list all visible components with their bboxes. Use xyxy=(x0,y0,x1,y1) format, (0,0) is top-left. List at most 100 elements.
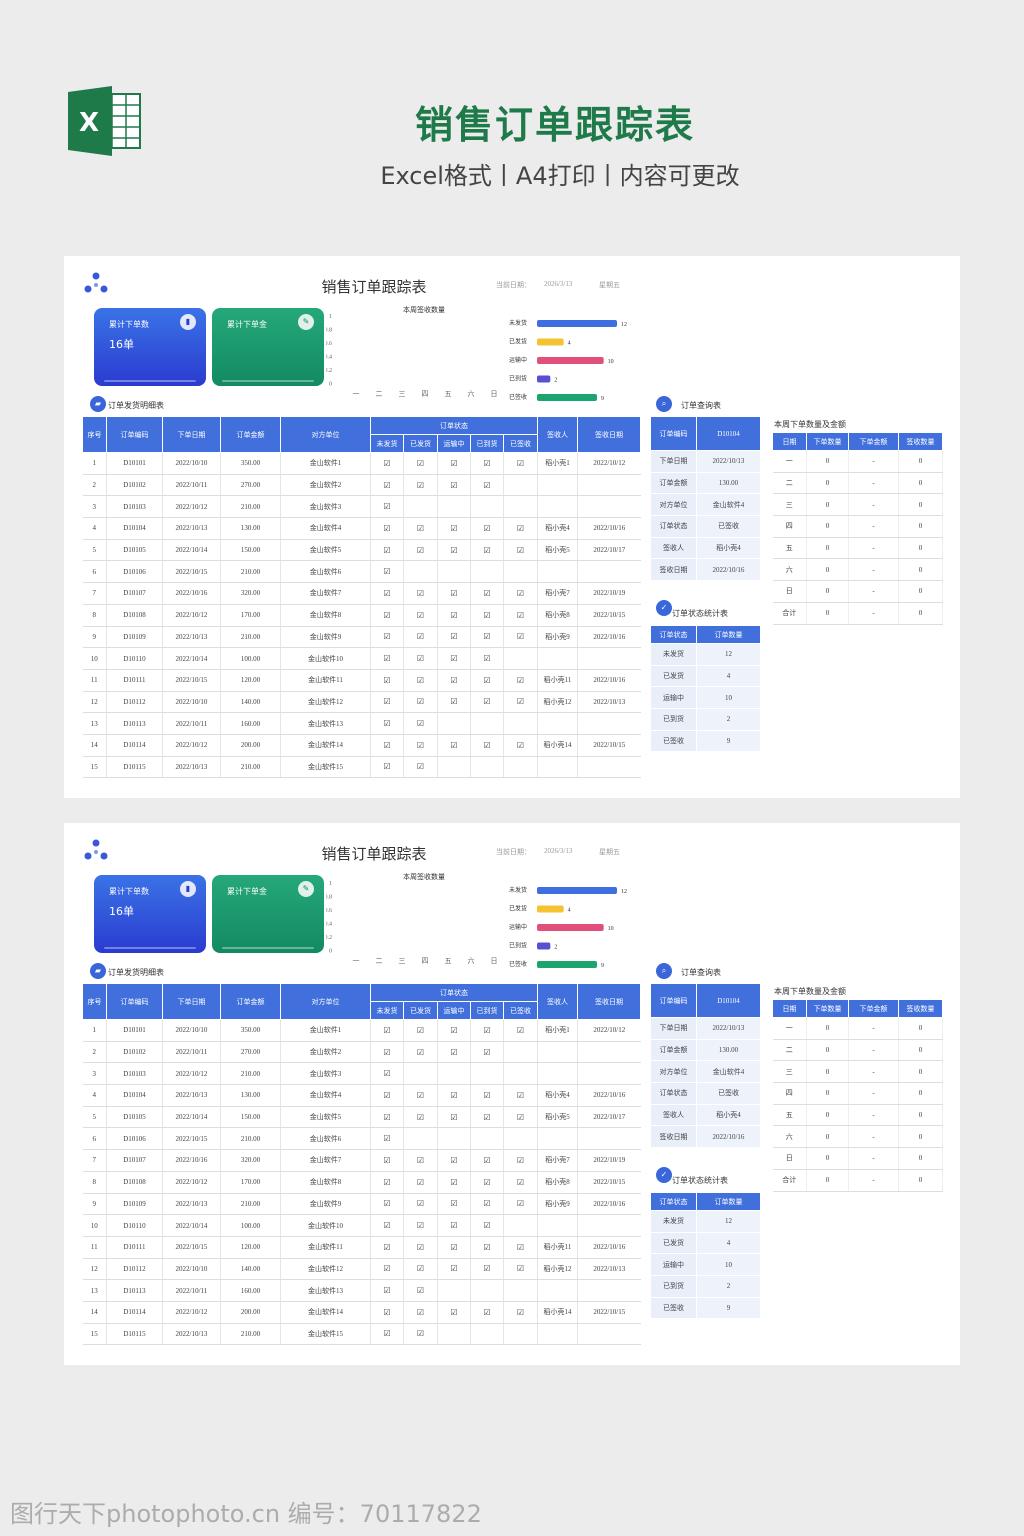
status-cell[interactable]: ☑ xyxy=(403,1279,438,1302)
status-cell[interactable]: ☑ xyxy=(370,1041,404,1064)
status-cell[interactable]: ☑ xyxy=(437,647,471,670)
status-cell[interactable]: ☑ xyxy=(403,1019,438,1042)
status-cell[interactable]: ☑ xyxy=(370,495,404,519)
card-orders[interactable]: 累计下单数 16单 ▮ xyxy=(94,875,206,953)
status-cell[interactable]: ☑ xyxy=(403,582,438,605)
status-cell[interactable] xyxy=(503,1062,539,1086)
status-cell[interactable] xyxy=(503,495,539,519)
search-icon[interactable]: ⌕ xyxy=(656,396,672,412)
status-cell[interactable]: ☑ xyxy=(503,604,539,627)
status-cell[interactable]: ☑ xyxy=(503,1258,539,1281)
status-cell[interactable] xyxy=(470,712,504,735)
status-cell[interactable]: ☑ xyxy=(370,1062,404,1086)
status-cell[interactable]: ☑ xyxy=(370,517,404,540)
status-cell[interactable]: ☑ xyxy=(403,1236,438,1259)
status-cell[interactable]: ☑ xyxy=(403,626,438,649)
status-cell[interactable]: ☑ xyxy=(437,517,471,540)
status-cell[interactable]: ☑ xyxy=(470,1019,504,1042)
status-cell[interactable]: ☑ xyxy=(370,604,404,627)
status-cell[interactable] xyxy=(503,712,539,735)
status-cell[interactable]: ☑ xyxy=(437,1301,471,1324)
status-cell[interactable]: ☑ xyxy=(403,1301,438,1324)
status-cell[interactable]: ☑ xyxy=(403,517,438,540)
status-cell[interactable]: ☑ xyxy=(370,756,404,779)
status-cell[interactable] xyxy=(503,647,539,670)
status-cell[interactable] xyxy=(503,1041,539,1064)
status-cell[interactable]: ☑ xyxy=(437,734,471,757)
status-cell[interactable]: ☑ xyxy=(437,1214,471,1237)
status-cell[interactable]: ☑ xyxy=(503,582,539,605)
status-cell[interactable]: ☑ xyxy=(470,1084,504,1107)
status-cell[interactable]: ☑ xyxy=(403,539,438,562)
query-code-input[interactable]: D10104 xyxy=(696,983,761,1018)
status-cell[interactable] xyxy=(437,1279,471,1302)
status-cell[interactable] xyxy=(503,1214,539,1237)
status-cell[interactable] xyxy=(503,474,539,497)
status-cell[interactable]: ☑ xyxy=(370,691,404,714)
status-cell[interactable]: ☑ xyxy=(470,1149,504,1172)
status-cell[interactable]: ☑ xyxy=(370,669,404,692)
status-cell[interactable]: ☑ xyxy=(470,517,504,540)
status-cell[interactable]: ☑ xyxy=(403,1193,438,1216)
status-cell[interactable]: ☑ xyxy=(470,1214,504,1237)
status-cell[interactable]: ☑ xyxy=(470,1301,504,1324)
status-cell[interactable]: ☑ xyxy=(470,1041,504,1064)
status-cell[interactable]: ☑ xyxy=(403,474,438,497)
status-cell[interactable] xyxy=(470,1323,504,1346)
status-cell[interactable]: ☑ xyxy=(470,626,504,649)
status-cell[interactable]: ☑ xyxy=(437,604,471,627)
status-cell[interactable]: ☑ xyxy=(403,1323,438,1346)
status-cell[interactable]: ☑ xyxy=(370,1279,404,1302)
status-cell[interactable] xyxy=(470,756,504,779)
status-cell[interactable]: ☑ xyxy=(437,1193,471,1216)
status-cell[interactable]: ☑ xyxy=(503,1149,539,1172)
status-cell[interactable]: ☑ xyxy=(370,734,404,757)
status-cell[interactable]: ☑ xyxy=(470,604,504,627)
status-cell[interactable] xyxy=(437,1323,471,1346)
status-cell[interactable] xyxy=(437,495,471,519)
status-cell[interactable] xyxy=(437,1062,471,1086)
status-cell[interactable]: ☑ xyxy=(503,517,539,540)
status-cell[interactable]: ☑ xyxy=(503,1019,539,1042)
status-cell[interactable] xyxy=(503,1323,539,1346)
status-cell[interactable] xyxy=(470,560,504,584)
status-cell[interactable]: ☑ xyxy=(370,1106,404,1129)
status-cell[interactable]: ☑ xyxy=(437,1236,471,1259)
status-cell[interactable]: ☑ xyxy=(437,1258,471,1281)
status-cell[interactable] xyxy=(503,1279,539,1302)
status-cell[interactable] xyxy=(403,560,438,584)
status-cell[interactable]: ☑ xyxy=(403,1084,438,1107)
status-cell[interactable]: ☑ xyxy=(503,1084,539,1107)
status-cell[interactable]: ☑ xyxy=(503,1193,539,1216)
status-cell[interactable]: ☑ xyxy=(437,1171,471,1194)
status-cell[interactable]: ☑ xyxy=(470,539,504,562)
status-cell[interactable] xyxy=(503,1127,539,1151)
status-cell[interactable]: ☑ xyxy=(503,691,539,714)
status-cell[interactable]: ☑ xyxy=(470,647,504,670)
status-cell[interactable]: ☑ xyxy=(437,1149,471,1172)
status-cell[interactable]: ☑ xyxy=(470,1106,504,1129)
status-cell[interactable]: ☑ xyxy=(503,1301,539,1324)
status-cell[interactable]: ☑ xyxy=(437,452,471,475)
status-cell[interactable]: ☑ xyxy=(370,1084,404,1107)
status-cell[interactable]: ☑ xyxy=(470,734,504,757)
status-cell[interactable]: ☑ xyxy=(503,1106,539,1129)
status-cell[interactable]: ☑ xyxy=(403,669,438,692)
status-cell[interactable] xyxy=(403,1062,438,1086)
status-cell[interactable]: ☑ xyxy=(503,626,539,649)
status-cell[interactable]: ☑ xyxy=(503,539,539,562)
status-cell[interactable]: ☑ xyxy=(437,669,471,692)
status-cell[interactable]: ☑ xyxy=(470,1193,504,1216)
status-cell[interactable] xyxy=(470,1062,504,1086)
status-cell[interactable]: ☑ xyxy=(403,452,438,475)
status-cell[interactable]: ☑ xyxy=(470,1236,504,1259)
status-cell[interactable]: ☑ xyxy=(370,626,404,649)
status-cell[interactable]: ☑ xyxy=(370,1127,404,1151)
status-cell[interactable]: ☑ xyxy=(437,691,471,714)
status-cell[interactable]: ☑ xyxy=(370,452,404,475)
status-cell[interactable] xyxy=(403,1127,438,1151)
status-cell[interactable]: ☑ xyxy=(403,756,438,779)
status-cell[interactable]: ☑ xyxy=(370,1236,404,1259)
status-cell[interactable]: ☑ xyxy=(370,582,404,605)
status-cell[interactable] xyxy=(437,756,471,779)
